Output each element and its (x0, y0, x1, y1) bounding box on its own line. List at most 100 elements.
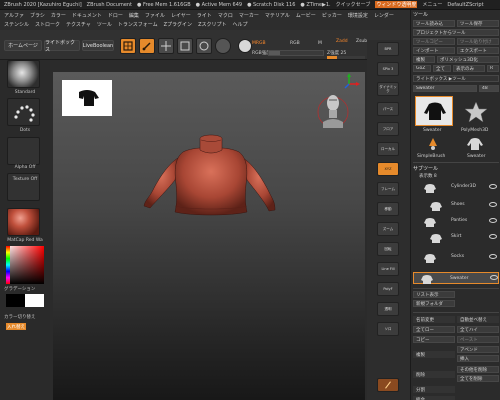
menu-item-row1-9[interactable]: マクロ (218, 12, 233, 19)
bpr-button[interactable]: BPR (377, 42, 399, 56)
menu-item-row1-11[interactable]: マテリアル (265, 12, 290, 19)
quicksave-button[interactable]: クイックセーブ (336, 1, 371, 8)
visibility-eye-icon[interactable] (489, 202, 497, 207)
hue-strip[interactable] (6, 246, 10, 284)
persp-button[interactable]: パース (377, 102, 399, 116)
visibility-eye-icon[interactable] (489, 254, 497, 259)
floor-button[interactable]: フロア (377, 122, 399, 136)
menu-item-row1-0[interactable]: アルファ (4, 12, 24, 19)
subtool-item[interactable]: Skirt (413, 232, 499, 246)
local-button[interactable]: ローカル (377, 142, 399, 156)
m-toggle[interactable]: M (318, 41, 322, 46)
delete-button[interactable]: 削除 (413, 371, 455, 378)
xyz-button[interactable]: XYZ (377, 162, 399, 176)
solo-button[interactable]: ソロ (377, 322, 399, 336)
zsub-toggle[interactable]: Zsub (356, 39, 367, 44)
goz-button[interactable]: GoZ (413, 65, 431, 72)
import-button[interactable]: インポート (413, 47, 455, 54)
mrgb-toggle[interactable]: MRGB (252, 41, 266, 46)
save-tool-button[interactable]: ツール保存 (457, 20, 499, 27)
menu-item-row2-2[interactable]: テクスチャ (66, 21, 91, 28)
paste-button[interactable]: ペースト (457, 336, 499, 343)
new-folder-button[interactable]: 新規フォルダ (413, 300, 455, 307)
window-transparency-button[interactable]: ウィンドウ透明度 (375, 1, 418, 8)
paste-tool-button[interactable]: ツール貼り付け (457, 38, 499, 45)
subtool-item[interactable]: Cylinder3D (413, 182, 499, 196)
menu-item-row1-1[interactable]: ブラシ (30, 12, 45, 19)
visibility-eye-icon[interactable] (489, 184, 497, 189)
tool-thumb-sweater[interactable] (415, 96, 453, 126)
menu-item-row1-2[interactable]: カラー (51, 12, 66, 19)
palette-header[interactable]: ツール (411, 10, 500, 18)
subtool-item[interactable]: Sweater (413, 272, 499, 284)
delete-all-button[interactable]: 全てを削除 (457, 375, 499, 382)
move-view-button[interactable]: 移動 (377, 202, 399, 216)
brush-standard-icon[interactable] (7, 60, 40, 88)
rename-button[interactable]: 名前変更 (413, 316, 455, 323)
subtool-item[interactable]: Socks (413, 252, 499, 266)
switch-color-label[interactable]: カラー切り替え (4, 314, 46, 320)
tool-name-field[interactable]: Sweater (413, 85, 477, 92)
auto-reorder-button[interactable]: 自動並べ替え (457, 316, 499, 323)
visibility-eye-icon[interactable] (489, 218, 497, 223)
r-button[interactable]: R (487, 65, 499, 72)
brush-tool-icon[interactable] (377, 378, 399, 392)
transp-button[interactable]: 透明 (377, 302, 399, 316)
subtool-item[interactable]: Shoes (413, 200, 499, 214)
rgb-intensity-slider[interactable] (268, 50, 324, 56)
load-from-project-button[interactable]: プロジェクトからツール (413, 29, 499, 36)
lightbox-tool-button[interactable]: ライトボックス ▶ツール (413, 75, 499, 82)
zadd-toggle[interactable]: Zadd (336, 39, 348, 44)
tool-count-field[interactable]: 48 (479, 85, 499, 92)
delete-other-button[interactable]: その他を削除 (457, 366, 499, 373)
load-tool-button[interactable]: ツール読み込 (413, 20, 455, 27)
menu-item-row1-12[interactable]: ムービー (296, 12, 316, 19)
all-high-button[interactable]: 全てハイ (457, 326, 499, 333)
menu-item-row1-10[interactable]: マーカー (239, 12, 259, 19)
default-zscript[interactable]: DefaultZScript (447, 2, 483, 8)
swap-button[interactable]: 入れ替え (6, 323, 26, 330)
split-button[interactable]: 分割 (413, 386, 455, 393)
liveboolean-button[interactable]: LiveBoolean (82, 40, 114, 51)
linefill-button[interactable]: Line Fill (377, 262, 399, 276)
append-button[interactable]: アペンド (457, 346, 499, 353)
menu-item-row1-13[interactable]: ピッカー (322, 12, 342, 19)
menu-item-row2-1[interactable]: ストローク (35, 21, 60, 28)
dynamic-button[interactable]: ダイナミック (377, 82, 399, 96)
tool-thumb-sweater-2[interactable] (463, 136, 487, 152)
polyf-button[interactable]: PolyF (377, 282, 399, 296)
tool-thumb-polymesh3d[interactable] (461, 100, 491, 124)
menu-item-row1-7[interactable]: レイヤー (171, 12, 191, 19)
merge-button[interactable]: 統合 (413, 396, 455, 400)
stroke-dots-icon[interactable] (7, 98, 40, 126)
color-picker[interactable] (6, 246, 44, 284)
alpha-off-icon[interactable] (7, 137, 40, 165)
spix-button[interactable]: SPix 3 (377, 62, 399, 76)
make-polymesh-button[interactable]: ポリメッシュ3D化 (437, 56, 499, 63)
material-matcap-icon[interactable] (7, 208, 40, 236)
menu-item-row1-14[interactable]: 環境設定 (348, 12, 368, 19)
home-page-button[interactable]: ホームページ (4, 40, 42, 51)
menus-toggle[interactable]: メニュー (422, 1, 442, 8)
visibility-eye-icon[interactable] (489, 234, 497, 239)
menu-item-row2-6[interactable]: Zスクリプト (198, 21, 226, 28)
subtool-item[interactable]: Panties (413, 216, 499, 230)
duplicate-button[interactable]: 複製 (413, 351, 455, 358)
menu-item-row1-15[interactable]: レンダー (374, 12, 394, 19)
menu-item-row1-8[interactable]: ライト (197, 12, 212, 19)
menu-item-row1-6[interactable]: ファイル (145, 12, 165, 19)
list-all-button[interactable]: リスト表示 (413, 291, 455, 298)
menu-item-row2-5[interactable]: Zプラグイン (164, 21, 192, 28)
material-sphere-icon[interactable] (215, 38, 231, 54)
all-low-button[interactable]: 全てロー (413, 326, 455, 333)
color-swatch[interactable] (238, 39, 252, 53)
visible-button[interactable]: 表示のみ (453, 65, 485, 72)
menu-item-row2-7[interactable]: ヘルプ (233, 21, 248, 28)
lightbox-button[interactable]: ライトボックス (44, 40, 80, 53)
export-button[interactable]: エクスポート (457, 47, 499, 54)
primary-secondary-color[interactable] (6, 294, 44, 307)
menu-item-row2-0[interactable]: ステンシル (4, 21, 29, 28)
scale-button[interactable] (177, 38, 193, 54)
menu-item-row2-4[interactable]: トランスフォーム (118, 21, 158, 28)
rgb-toggle[interactable]: RGB (290, 41, 300, 46)
